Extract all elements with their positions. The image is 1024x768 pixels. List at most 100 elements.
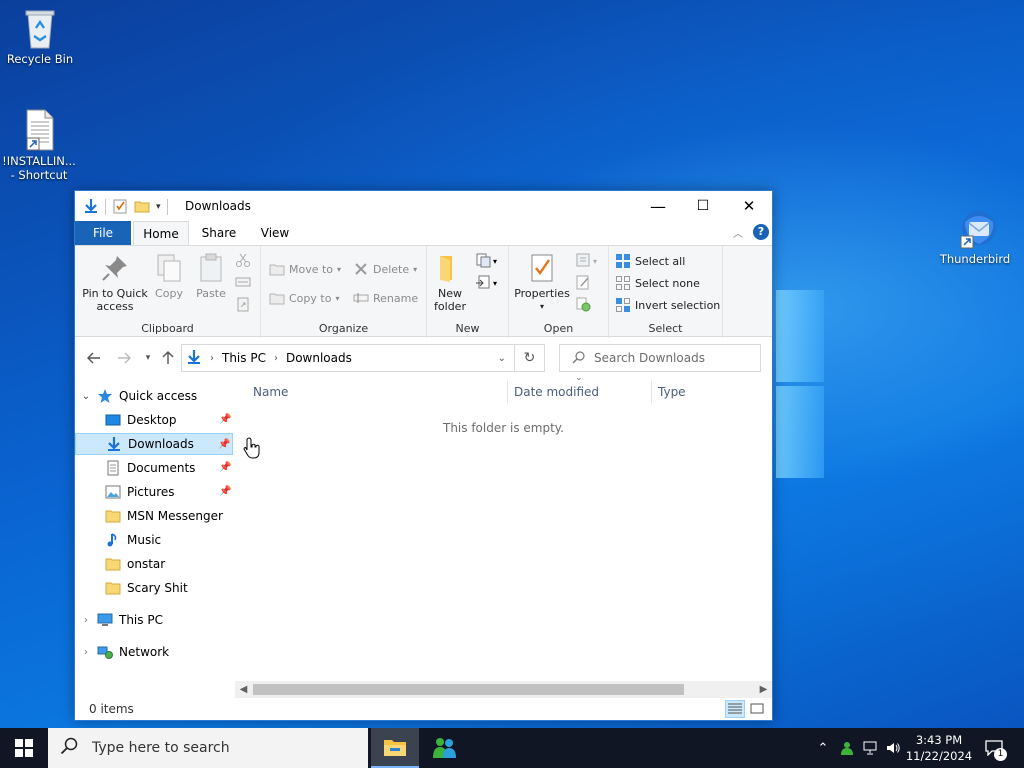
chevron-down-icon: ▾ xyxy=(493,257,498,266)
new-item-button[interactable]: ▾ xyxy=(475,252,497,271)
expand-chevron-icon[interactable]: ⌄ xyxy=(75,391,97,402)
tab-view[interactable]: View xyxy=(251,221,299,245)
tab-file[interactable]: File xyxy=(75,221,131,245)
new-folder-button[interactable]: New folder xyxy=(429,252,471,313)
copy-to-button[interactable]: Copy to ▾ xyxy=(269,287,339,309)
nav-item-onstar[interactable]: onstar xyxy=(75,553,233,575)
desktop-icon-installer-shortcut[interactable]: !INSTALLIN... - Shortcut xyxy=(1,108,77,182)
column-divider[interactable] xyxy=(507,381,508,403)
search-input[interactable]: Search Downloads xyxy=(559,344,761,372)
quick-access-toolbar: ▾ xyxy=(83,197,168,217)
nav-item-desktop[interactable]: Desktop 📌 xyxy=(75,409,233,431)
maximize-button[interactable]: ☐ xyxy=(680,191,726,221)
scroll-right-arrow-icon[interactable]: ▶ xyxy=(755,681,772,698)
refresh-button[interactable]: ↻ xyxy=(515,344,545,372)
pin-to-quick-access-button[interactable]: Pin to Quick access xyxy=(81,252,149,313)
copy-button[interactable]: Copy xyxy=(151,252,187,300)
tab-home[interactable]: Home xyxy=(133,221,189,246)
invert-selection-button[interactable]: Invert selection xyxy=(615,294,720,316)
paste-button[interactable]: Paste xyxy=(193,252,229,300)
tab-share[interactable]: Share xyxy=(193,221,245,245)
chevron-down-icon: ▾ xyxy=(337,264,342,274)
properties-button[interactable]: Properties ▾ xyxy=(513,252,571,313)
minimize-button[interactable]: — xyxy=(635,191,681,221)
easy-access-button[interactable]: ▾ xyxy=(475,274,497,293)
rename-button[interactable]: Rename xyxy=(353,287,418,309)
start-button[interactable] xyxy=(0,728,48,768)
nav-network[interactable]: › Network xyxy=(75,641,233,663)
address-field[interactable]: › This PC › Downloads ⌄ xyxy=(181,344,515,372)
breadcrumb-separator-icon: › xyxy=(210,352,214,364)
ribbon-group-organize: Move to ▾ Copy to ▾ Delete ▾ Rename Orga… xyxy=(261,246,427,338)
volume-icon[interactable] xyxy=(882,728,904,768)
customize-toolbar-chevron-icon[interactable]: ▾ xyxy=(156,202,161,212)
recent-locations-chevron-icon[interactable]: ▾ xyxy=(137,348,159,368)
nav-item-msn-messenger[interactable]: MSN Messenger xyxy=(75,505,233,527)
select-all-button[interactable]: Select all xyxy=(615,250,685,272)
taskbar-search-input[interactable]: Type here to search xyxy=(48,728,368,768)
toolbar-divider xyxy=(105,199,106,215)
refresh-icon: ↻ xyxy=(523,350,536,366)
breadcrumb-downloads[interactable]: Downloads xyxy=(286,351,352,365)
expand-chevron-icon[interactable]: › xyxy=(75,615,97,626)
details-view-button[interactable] xyxy=(725,700,745,718)
item-count: 0 items xyxy=(89,702,134,716)
large-icons-view-button[interactable] xyxy=(747,700,767,718)
close-button[interactable]: ✕ xyxy=(726,191,772,221)
network-icon xyxy=(97,644,113,660)
help-icon[interactable]: ? xyxy=(753,224,769,240)
select-none-button[interactable]: Select none xyxy=(615,272,700,294)
open-button[interactable]: ▾ xyxy=(575,252,597,271)
collapse-ribbon-chevron-icon[interactable]: ︿ xyxy=(733,225,743,240)
nav-quick-access[interactable]: ⌄ Quick access xyxy=(75,385,233,407)
breadcrumb-this-pc[interactable]: This PC xyxy=(222,351,266,365)
desktop-icon-label: !INSTALLIN... - Shortcut xyxy=(2,154,76,182)
nav-item-scary-shit[interactable]: Scary Shit xyxy=(75,577,233,599)
copy-path-icon[interactable] xyxy=(235,274,251,293)
messenger-tray-icon[interactable] xyxy=(836,728,858,768)
ribbon-group-open: Properties ▾ ▾ Open xyxy=(509,246,609,338)
taskbar-msn-messenger[interactable] xyxy=(420,728,468,768)
column-header-name[interactable]: Name xyxy=(253,381,288,403)
nav-item-music[interactable]: Music xyxy=(75,529,233,551)
nav-item-pictures[interactable]: Pictures 📌 xyxy=(75,481,233,503)
notification-count-badge: 1 xyxy=(994,748,1007,761)
nav-this-pc[interactable]: › This PC xyxy=(75,609,233,631)
taskbar-clock[interactable]: 3:43 PM 11/22/2024 xyxy=(904,732,974,764)
paste-shortcut-icon[interactable] xyxy=(235,296,251,315)
nav-item-downloads[interactable]: Downloads 📌 xyxy=(75,433,233,455)
scroll-left-arrow-icon[interactable]: ◀ xyxy=(235,681,252,698)
up-button[interactable] xyxy=(157,348,179,368)
column-header-date-modified[interactable]: Date modified xyxy=(514,381,599,403)
horizontal-scrollbar[interactable]: ◀ ▶ xyxy=(235,681,772,698)
edit-icon[interactable] xyxy=(575,274,591,293)
move-to-button[interactable]: Move to ▾ xyxy=(269,258,341,280)
new-item-icon xyxy=(475,252,491,271)
column-divider[interactable] xyxy=(651,381,652,403)
new-folder-icon[interactable] xyxy=(134,198,150,217)
taskbar-file-explorer[interactable] xyxy=(371,728,419,768)
nav-item-documents[interactable]: Documents 📌 xyxy=(75,457,233,479)
file-list[interactable]: Name Date modified ⌄ Type This folder is… xyxy=(235,373,772,686)
history-icon[interactable] xyxy=(575,296,591,315)
desktop-icon-recycle-bin[interactable]: Recycle Bin xyxy=(2,6,78,66)
network-tray-icon[interactable] xyxy=(860,728,882,768)
star-icon xyxy=(97,388,113,404)
column-header-type[interactable]: Type xyxy=(658,381,686,403)
toolbar-divider xyxy=(166,199,168,215)
scrollbar-thumb[interactable] xyxy=(253,684,684,695)
action-center-button[interactable]: 1 xyxy=(980,728,1008,768)
show-hidden-icons-chevron-icon[interactable]: ⌃ xyxy=(812,728,834,768)
cut-icon[interactable] xyxy=(235,252,251,271)
title-bar[interactable]: ▾ Downloads — ☐ ✕ xyxy=(75,191,772,221)
windows-logo-graphic xyxy=(776,290,824,478)
delete-button[interactable]: Delete ▾ xyxy=(353,258,417,280)
expand-chevron-icon[interactable]: › xyxy=(75,647,97,658)
address-history-chevron-icon[interactable]: ⌄ xyxy=(498,353,506,364)
forward-button[interactable] xyxy=(113,348,135,368)
msn-messenger-icon xyxy=(433,738,456,758)
back-button[interactable] xyxy=(83,348,105,368)
properties-icon[interactable] xyxy=(112,198,128,217)
ribbon-home: Pin to Quick access Copy Paste Clipboard… xyxy=(75,245,772,338)
desktop-icon-thunderbird[interactable]: Thunderbird xyxy=(937,206,1013,266)
